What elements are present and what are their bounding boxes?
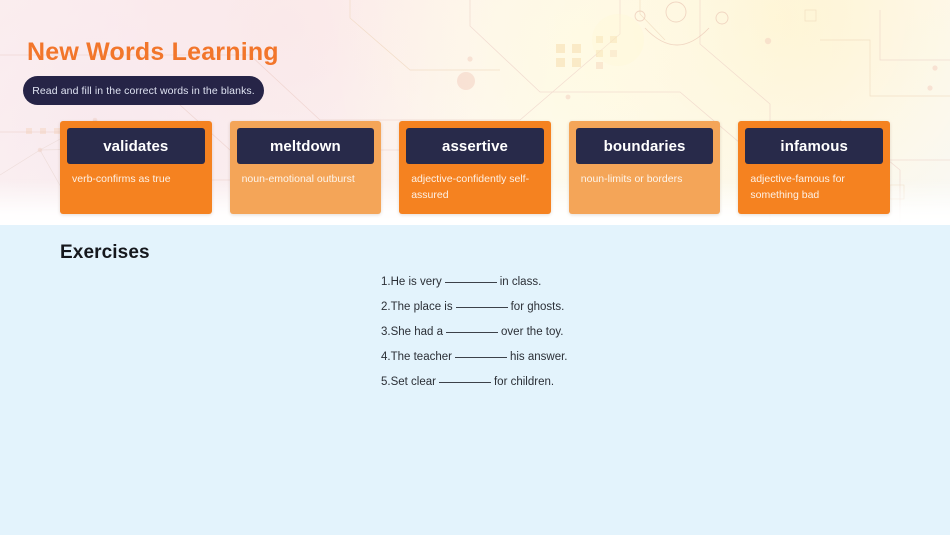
- exercises-heading: Exercises: [60, 242, 150, 263]
- exercise-text-before: She had a: [390, 326, 444, 338]
- exercise-number: 2.: [381, 301, 391, 313]
- word-card-definition: noun-limits or borders: [580, 173, 683, 185]
- exercise-text-after: his answer.: [509, 351, 568, 363]
- exercise-text-after: over the toy.: [501, 326, 564, 338]
- word-card[interactable]: infamous adjective-famous for something …: [738, 121, 890, 214]
- word-card-header: validates: [67, 128, 205, 164]
- word-card-header: infamous: [745, 128, 883, 164]
- exercise-blank[interactable]: [455, 307, 508, 308]
- word-card-definition: noun-emotional outburst: [241, 173, 355, 185]
- word-card-definition: adjective-confidently self-assured: [411, 173, 530, 201]
- exercise-blank[interactable]: [438, 382, 491, 383]
- exercise-text-before: He is very: [390, 276, 442, 288]
- page-title: New Words Learning: [27, 38, 279, 66]
- exercise-text-after: for children.: [493, 376, 555, 388]
- exercises-panel: Exercises 1.He is very in class. 2.The pl…: [0, 225, 950, 535]
- word-card[interactable]: validates verb-confirms as true: [60, 121, 212, 214]
- word-card-title: assertive: [442, 137, 508, 155]
- word-card[interactable]: boundaries noun-limits or borders: [568, 121, 721, 214]
- word-card-title: boundaries: [603, 137, 686, 155]
- exercise-item: 3.She had a over the toy.: [381, 320, 801, 345]
- word-card-definition: verb-confirms as true: [72, 173, 171, 185]
- word-card-title: infamous: [780, 137, 848, 155]
- exercise-item: 5.Set clear for children.: [381, 370, 801, 395]
- exercise-number: 1.: [381, 276, 391, 288]
- exercise-number: 4.: [381, 351, 391, 363]
- word-card-list: validates verb-confirms as true meltdown…: [60, 121, 890, 214]
- exercise-blank[interactable]: [446, 332, 499, 333]
- exercise-text-after: in class.: [499, 276, 542, 288]
- word-card-header: assertive: [406, 128, 544, 164]
- word-card-definition: adjective-famous for something bad: [750, 173, 845, 201]
- exercise-item: 1.He is very in class.: [381, 270, 801, 295]
- instruction-text: Read and fill in the correct words in th…: [32, 84, 255, 97]
- exercise-item: 4.The teacher his answer.: [381, 345, 801, 370]
- exercise-item: 2.The place is for ghosts.: [381, 295, 801, 320]
- word-card-title: validates: [103, 137, 169, 155]
- exercise-text-before: The teacher: [390, 351, 452, 363]
- exercise-list: 1.He is very in class. 2.The place is for …: [381, 270, 801, 395]
- word-card[interactable]: meltdown noun-emotional outburst: [229, 121, 382, 214]
- word-card-header: boundaries: [575, 128, 714, 164]
- slide-root: New Words Learning Read and fill in the …: [0, 0, 950, 535]
- word-card-header: meltdown: [236, 128, 375, 164]
- exercise-text-before: The place is: [390, 301, 453, 313]
- instruction-pill: Read and fill in the correct words in th…: [23, 76, 264, 105]
- exercise-text-after: for ghosts.: [510, 301, 565, 313]
- exercise-text-before: Set clear: [390, 376, 436, 388]
- exercise-blank[interactable]: [454, 357, 507, 358]
- word-card-title: meltdown: [269, 137, 341, 155]
- word-card[interactable]: assertive adjective-confidently self-ass…: [399, 121, 551, 214]
- exercise-blank[interactable]: [444, 282, 497, 283]
- exercise-number: 3.: [381, 326, 391, 338]
- exercise-number: 5.: [381, 376, 391, 388]
